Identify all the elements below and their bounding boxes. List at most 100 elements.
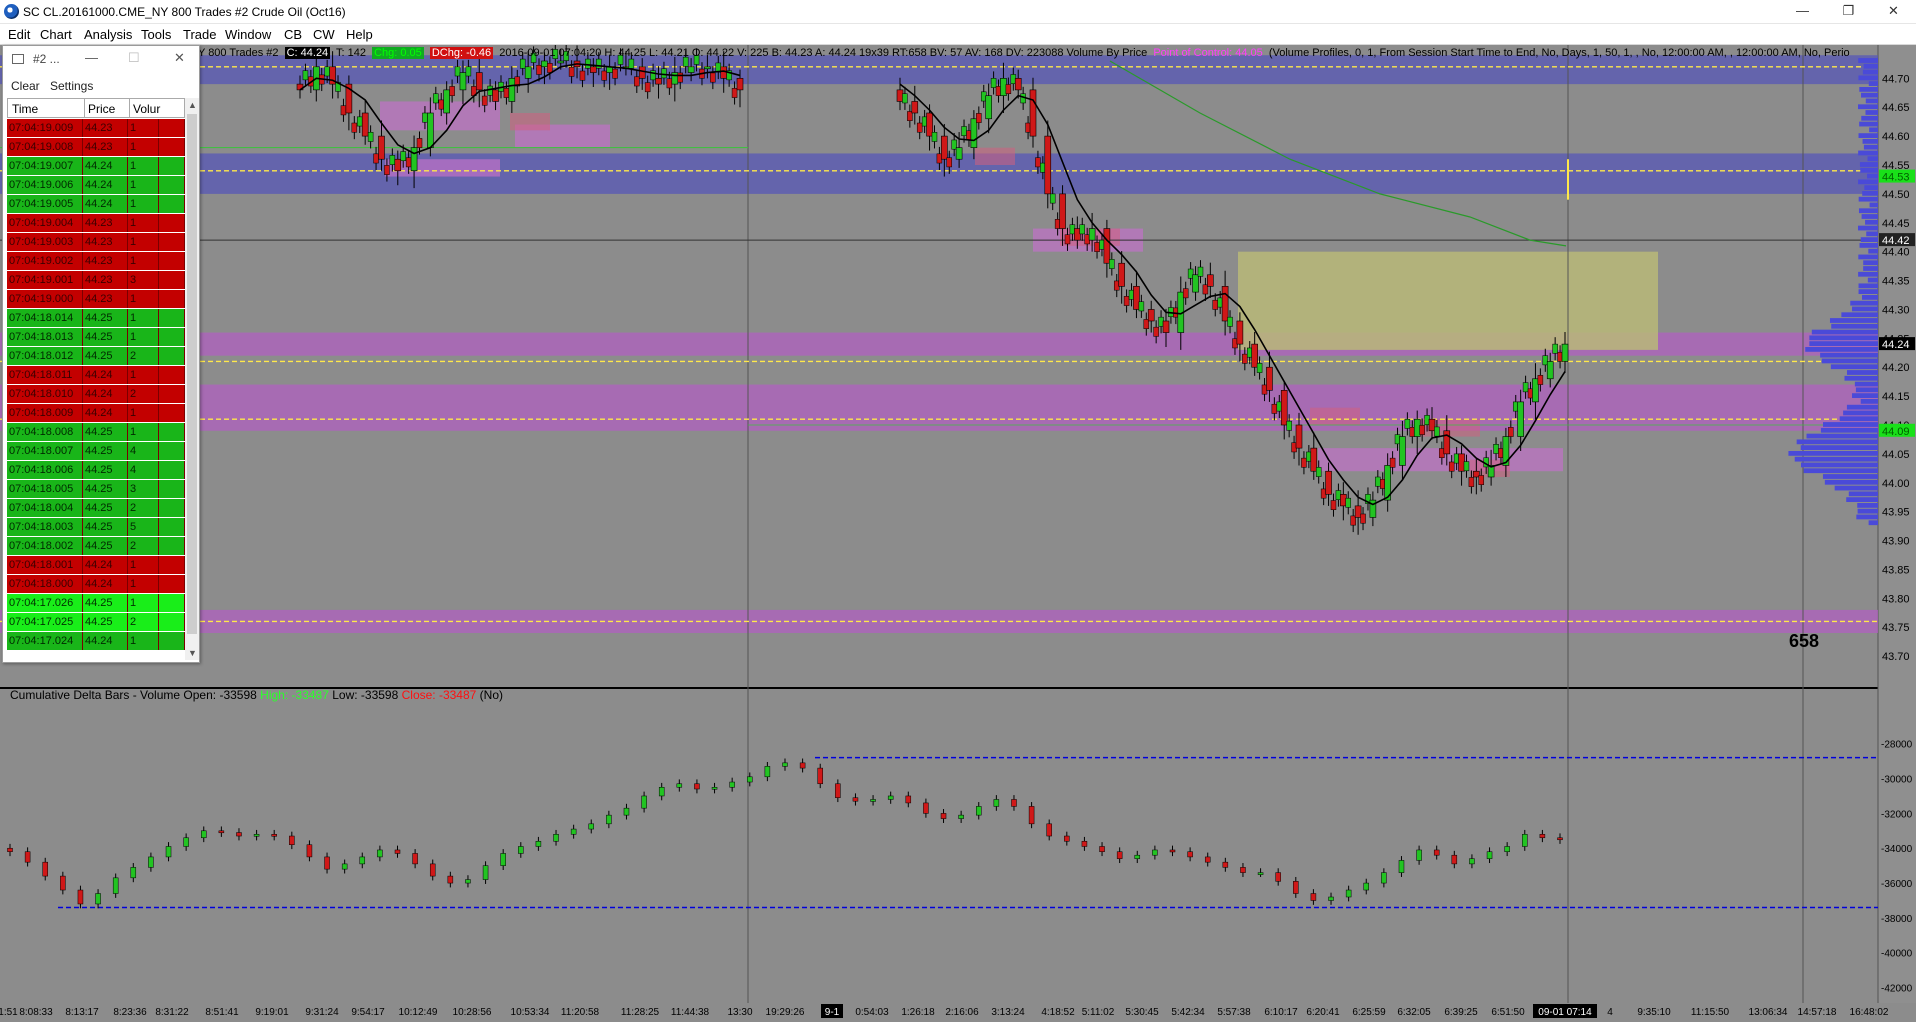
volume-profile-bar [1860,167,1878,173]
tas-maximize-button[interactable]: ☐ [128,50,140,66]
delta-tick-label: -38000 [1881,914,1913,925]
tas-price-cell: 44.25 [83,328,128,346]
window-icon [12,54,24,64]
tas-row[interactable]: 07:04:18.001 44.24 1 [7,556,185,575]
tas-row[interactable]: 07:04:19.009 44.23 1 [7,119,185,138]
tas-row[interactable]: 07:04:19.002 44.23 1 [7,252,185,271]
price-tick-label: 44.05 [1882,449,1910,461]
tas-row[interactable]: 07:04:18.004 44.25 2 [7,499,185,518]
delta-bar [1398,860,1405,873]
menu-analysis[interactable]: Analysis [84,27,132,42]
candle-body [585,58,591,69]
tas-row[interactable]: 07:04:18.002 44.25 2 [7,537,185,556]
tas-minimize-button[interactable]: — [85,50,98,65]
candle-body [961,126,967,136]
tas-time-cell: 07:04:18.007 [7,442,83,460]
tas-volume-cell: 1 [128,404,159,422]
tas-row[interactable]: 07:04:18.000 44.24 1 [7,575,185,594]
tas-row[interactable]: 07:04:18.003 44.25 5 [7,518,185,537]
menu-window[interactable]: Window [225,27,271,42]
tas-row[interactable]: 07:04:19.004 44.23 1 [7,214,185,233]
tas-row[interactable]: 07:04:18.012 44.25 2 [7,347,185,366]
delta-bar [306,844,313,858]
delta-bar [218,830,225,834]
candle-body [655,78,662,85]
bar-trade-counter: 658 [1789,631,1820,651]
menu-cw[interactable]: CW [313,27,335,42]
menu-edit[interactable]: Edit [8,27,30,42]
tas-row[interactable]: 07:04:18.013 44.25 1 [7,328,185,347]
tas-row[interactable]: 07:04:18.008 44.25 1 [7,423,185,442]
settings-button[interactable]: Settings [50,79,93,93]
tas-row[interactable]: 07:04:18.005 44.25 3 [7,480,185,499]
candle-body [970,118,978,148]
volume-profile-bar [1846,404,1878,410]
tas-row[interactable]: 07:04:19.008 44.23 1 [7,138,185,157]
time-axis-label: 5:30:45 [1125,1007,1159,1018]
restore-button[interactable]: ❐ [1826,0,1871,24]
candle-body [1286,420,1292,431]
menu-chart[interactable]: Chart [40,27,72,42]
delta-tick-label: -40000 [1881,949,1913,960]
delta-bar [1028,806,1035,825]
close-button[interactable]: ✕ [1871,0,1916,24]
candle-body [389,155,396,165]
scroll-up-icon[interactable]: ▲ [188,100,197,110]
tas-row[interactable]: 07:04:19.007 44.24 1 [7,157,185,176]
tas-price-cell: 44.25 [83,480,128,498]
tas-row[interactable]: 07:04:18.007 44.25 4 [7,442,185,461]
candle-body [1532,378,1539,403]
tas-row[interactable]: 07:04:19.000 44.23 1 [7,290,185,309]
tas-close-button[interactable]: ✕ [174,50,185,66]
menu-tools[interactable]: Tools [141,27,171,42]
volume-profile-bar [1822,474,1878,479]
menu-help[interactable]: Help [346,27,373,42]
delta-bar [1204,856,1211,863]
volume-profile-bar [1821,358,1878,364]
tas-row[interactable]: 07:04:18.009 44.24 1 [7,404,185,423]
delta-bar [958,814,964,819]
delta-bar [165,846,172,858]
volume-profile-bar [1868,248,1878,254]
tas-row[interactable]: 07:04:17.026 44.25 1 [7,594,185,613]
tas-extra-cell [159,366,185,384]
tas-row[interactable]: 07:04:18.010 44.24 2 [7,385,185,404]
candle-body [1389,457,1396,468]
price-chart[interactable]: 44.7044.6544.6044.5544.5044.4544.4044.35… [0,45,1916,1022]
col-price-header[interactable]: Price [88,102,115,116]
tas-row[interactable]: 07:04:19.005 44.24 1 [7,195,185,214]
tas-row[interactable]: 07:04:18.011 44.24 1 [7,366,185,385]
time-axis-label: 8:13:17 [65,1007,99,1018]
tas-row[interactable]: 07:04:18.006 44.25 4 [7,461,185,480]
tas-row[interactable]: 07:04:17.024 44.24 1 [7,632,185,651]
volume-profile-bar [1857,503,1878,508]
candle-body [1014,78,1022,91]
clear-button[interactable]: Clear [11,79,40,93]
col-volume-header[interactable]: Volur [133,102,160,116]
menu-cb[interactable]: CB [284,27,302,42]
tas-price-cell: 44.24 [83,632,128,650]
price-tick-label: 43.70 [1882,651,1910,663]
volume-profile-bar [1863,260,1878,266]
tas-row[interactable]: 07:04:18.014 44.25 1 [7,309,185,328]
menu-trade[interactable]: Trade [183,27,216,42]
tas-row[interactable]: 07:04:19.006 44.24 1 [7,176,185,195]
tas-volume-cell: 1 [128,556,159,574]
tas-row[interactable]: 07:04:19.003 44.23 1 [7,233,185,252]
tas-titlebar[interactable]: #2 ... — ☐ ✕ [3,46,199,72]
scroll-down-icon[interactable]: ▼ [188,648,197,658]
tas-row[interactable]: 07:04:19.001 44.23 3 [7,271,185,290]
candle-body [1221,286,1229,322]
minimize-button[interactable]: — [1780,0,1825,24]
tas-extra-cell [159,461,185,479]
time-and-sales-window[interactable]: #2 ... — ☐ ✕ Clear Settings Time Price V… [2,45,200,663]
tas-row[interactable]: 07:04:17.025 44.25 2 [7,613,185,632]
delta-bar [500,853,506,866]
delta-bar [482,865,489,880]
col-time-header[interactable]: Time [12,102,38,116]
tas-scrollbar[interactable]: ▲ ▼ [185,98,199,660]
delta-bar [729,781,735,788]
volume-profile-bar [1867,277,1878,283]
scroll-thumb[interactable] [187,114,197,634]
candle-body [666,78,673,89]
